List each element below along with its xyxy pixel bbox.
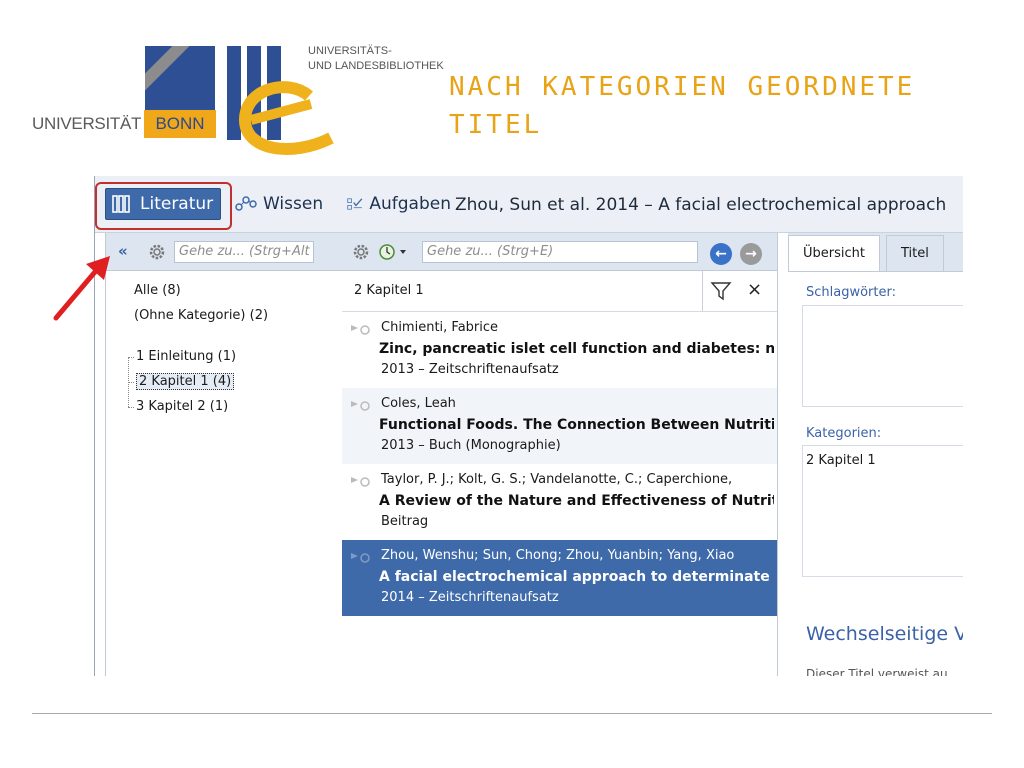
filter-bar: 2 Kapitel 1 × [342,271,777,312]
entry-title: Functional Foods. The Connection Between… [379,417,774,433]
category-toolbar: « Gehe zu... (Strg+Alt [106,233,342,271]
list-item[interactable]: Taylor, P. J.; Kolt, G. S.; Vandelanotte… [342,464,777,540]
category-all[interactable]: Alle (8) [134,281,268,306]
entry-title: Zinc, pancreatic islet cell function and… [379,341,774,357]
flag-icon [351,553,370,563]
entry-meta: 2013 – Zeitschriftenaufsatz [381,362,559,377]
flag-icon [351,325,370,335]
flag-icon [351,477,370,487]
library-logo-graphic [227,46,334,155]
back-arrow-icon[interactable]: ← [710,243,732,265]
category-list: Alle (8) (Ohne Kategorie) (2) [134,281,268,331]
entry-authors: Chimienti, Fabrice [381,320,499,335]
forward-arrow-icon[interactable]: → [740,243,762,265]
category-uncategorized[interactable]: (Ohne Kategorie) (2) [134,306,268,331]
tab-titel[interactable]: Titel [886,235,944,271]
library-name: UNIVERSITÄTS- UND LANDESBIBLIOTHEK [308,45,444,72]
history-icon[interactable] [378,243,408,261]
gear-icon[interactable] [352,243,370,261]
entry-meta: Beitrag [381,514,429,529]
entry-authors: Coles, Leah [381,396,456,411]
citavi-window: Literatur Wissen Aufgaben Zhou, Sun et a… [94,176,963,676]
university-logo: UNIVERSITÄT BONN UNIVERSITÄTS- UND LANDE… [32,42,444,162]
category-pane: « Gehe zu... (Strg+Alt Alle (8) (Ohne Ka… [105,233,343,676]
highlight-frame [95,182,232,230]
collapse-icon[interactable]: « [118,242,128,260]
list-item-selected[interactable]: Zhou, Wenshu; Sun, Chong; Zhou, Yuanbin;… [342,540,777,616]
filter-icon[interactable] [710,281,732,301]
main-toolbar: Literatur Wissen Aufgaben Zhou, Sun et a… [95,176,963,233]
category-search-input[interactable]: Gehe zu... (Strg+Alt [174,241,314,263]
references-text: Dieser Titel verweist au [806,667,948,676]
logo-university-text: UNIVERSITÄT [32,114,142,133]
references-heading: Wechselseitige Ve [806,623,963,645]
category-tree: 1 Einleitung (1) 2 Kapitel 1 (4) 3 Kapit… [128,347,236,422]
category-value: 2 Kapitel 1 [806,453,876,468]
slide-title: NACH KATEGORIEN GEORDNETE TITEL [449,72,916,140]
categories-label: Kategorien: [806,426,882,441]
logo-bonn-text: BONN [144,110,216,138]
logo-graphic [145,46,215,110]
detail-tabs: Übersicht Titel [788,233,963,272]
detail-pane: Übersicht Titel Schlagwörter: Kategorien… [788,233,963,676]
title-search-input[interactable]: Gehe zu... (Strg+E) [422,241,698,263]
title-list-toolbar: Gehe zu... (Strg+E) ← → [342,233,777,271]
tree-item-einleitung[interactable]: 1 Einleitung (1) [128,347,236,372]
entry-authors: Zhou, Wenshu; Sun, Chong; Zhou, Yuanbin;… [381,548,735,563]
tree-item-kapitel-1[interactable]: 2 Kapitel 1 (4) [128,372,236,397]
tab-uebersicht[interactable]: Übersicht [788,235,880,271]
keywords-label: Schlagwörter: [806,285,896,300]
filter-separator [702,271,703,311]
window-title: Zhou, Sun et al. 2014 – A facial electro… [455,195,947,215]
filter-label: 2 Kapitel 1 [354,283,424,298]
entry-title: A facial electrochemical approach to det… [379,569,774,585]
gear-icon[interactable] [148,243,166,261]
entry-authors: Taylor, P. J.; Kolt, G. S.; Vandelanotte… [381,472,733,487]
tree-item-kapitel-2[interactable]: 3 Kapitel 2 (1) [128,397,236,422]
tab-aufgaben[interactable]: Aufgaben [347,188,451,220]
footer-rule [32,713,992,714]
entry-meta: 2014 – Zeitschriftenaufsatz [381,590,559,605]
list-item[interactable]: Chimienti, Fabrice Zinc, pancreatic isle… [342,312,777,388]
title-list-pane: Gehe zu... (Strg+E) ← → 2 Kapitel 1 × Ch… [342,233,778,676]
red-arrow-annotation [53,256,110,321]
keywords-field[interactable] [802,305,963,407]
tasks-checklist-icon [347,198,363,210]
tab-wissen-label: Wissen [263,194,324,214]
flag-icon [351,401,370,411]
entry-title: A Review of the Nature and Effectiveness… [379,493,774,509]
tab-aufgaben-label: Aufgaben [369,194,451,214]
entry-meta: 2013 – Buch (Monographie) [381,438,561,453]
tab-wissen[interactable]: Wissen [235,188,323,220]
close-filter-icon[interactable]: × [747,279,762,300]
knowledge-network-icon [235,196,257,211]
list-item[interactable]: Coles, Leah Functional Foods. The Connec… [342,388,777,464]
